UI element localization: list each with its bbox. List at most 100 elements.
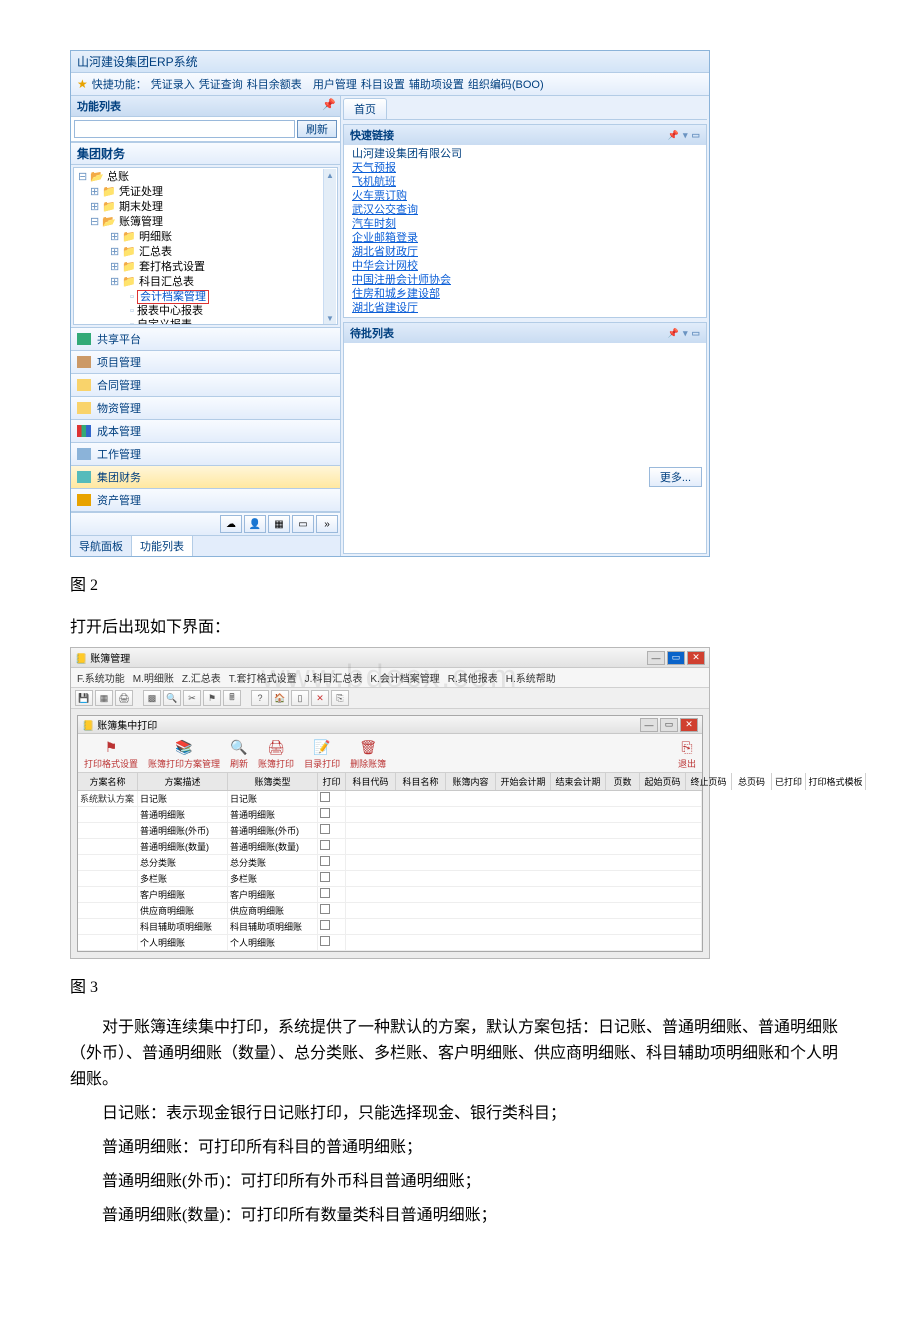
menu-item[interactable]: J.科目汇总表 xyxy=(305,670,363,685)
tb-flag-icon[interactable]: ⚑ xyxy=(203,690,221,706)
more-button[interactable]: 更多... xyxy=(649,467,702,487)
menu-item[interactable]: T.套打格式设置 xyxy=(229,670,297,685)
menu-item[interactable]: H.系统帮助 xyxy=(506,670,556,685)
tb-copy-icon[interactable]: ▩ xyxy=(143,690,161,706)
checkbox[interactable] xyxy=(320,792,330,802)
tb-exit-icon[interactable]: ⎘ xyxy=(331,690,349,706)
tab-nav-panel[interactable]: 导航面板 xyxy=(71,536,132,556)
tb-print-icon[interactable]: 🖨 xyxy=(115,690,133,706)
menu-item[interactable]: F.系统功能 xyxy=(77,670,125,685)
tb-x-icon[interactable]: ✕ xyxy=(311,690,329,706)
table-row[interactable]: 多栏账多栏账 xyxy=(78,871,702,887)
tb-user-icon[interactable]: 👤 xyxy=(244,515,266,533)
acc-asset[interactable]: 资产管理 xyxy=(71,489,340,512)
tb-window-icon[interactable]: ▦ xyxy=(268,515,290,533)
tool-refresh[interactable]: 🔍刷新 xyxy=(230,738,248,770)
quick-item[interactable]: 凭证查询 xyxy=(199,76,243,92)
tb-calc-icon[interactable]: 🖩 xyxy=(223,690,241,706)
tab-func-list[interactable]: 功能列表 xyxy=(132,536,193,556)
quick-item[interactable]: 组织编码(BOO) xyxy=(468,76,544,92)
scheme-grid[interactable]: 方案名称方案描述账簿类型 打印科目代码科目名称 账簿内容开始会计期结束会计期 页… xyxy=(78,773,702,951)
link-item[interactable]: 火车票订购 xyxy=(352,189,698,203)
menu-item[interactable]: R.其他报表 xyxy=(448,670,498,685)
tool-catalog-print[interactable]: 📝目录打印 xyxy=(304,738,340,770)
link-item[interactable]: 武汉公交查询 xyxy=(352,203,698,217)
link-item[interactable]: 住房和城乡建设部 xyxy=(352,287,698,301)
tb-card-icon[interactable]: ▭ xyxy=(292,515,314,533)
close-icon[interactable]: ✕ xyxy=(687,651,705,665)
acc-work[interactable]: 工作管理 xyxy=(71,443,340,466)
sub-max-icon[interactable]: ▭ xyxy=(660,718,678,732)
checkbox[interactable] xyxy=(320,872,330,882)
tree-scrollbar[interactable] xyxy=(323,169,336,325)
link-item[interactable]: 中国注册会计师协会 xyxy=(352,273,698,287)
checkbox[interactable] xyxy=(320,840,330,850)
table-row[interactable]: 总分类账总分类账 xyxy=(78,855,702,871)
pin-icon[interactable]: 📌 xyxy=(322,98,336,111)
quick-item[interactable]: 凭证录入 xyxy=(151,76,195,92)
sub-min-icon[interactable]: — xyxy=(640,718,658,732)
tb-grid-icon[interactable]: ▦ xyxy=(95,690,113,706)
acc-contract[interactable]: 合同管理 xyxy=(71,374,340,397)
tb-cloud-icon[interactable]: ☁ xyxy=(220,515,242,533)
acc-cost[interactable]: 成本管理 xyxy=(71,420,340,443)
quick-item[interactable]: 用户管理 xyxy=(313,76,357,92)
table-row[interactable]: 系统默认方案日记账日记账 xyxy=(78,791,702,807)
tool-delete-ledger[interactable]: 🗑删除账簿 xyxy=(350,738,386,770)
acc-material[interactable]: 物资管理 xyxy=(71,397,340,420)
link-item[interactable]: 天气预报 xyxy=(352,161,698,175)
tab-home[interactable]: 首页 xyxy=(343,98,387,119)
tool-ledger-print[interactable]: 🖨账簿打印 xyxy=(258,738,294,770)
acc-project[interactable]: 项目管理 xyxy=(71,351,340,374)
link-item[interactable]: 湖北省财政厅 xyxy=(352,245,698,259)
tool-exit[interactable]: ⎘退出 xyxy=(678,738,696,770)
minimize-icon[interactable]: — xyxy=(647,651,665,665)
link-item[interactable]: 湖北省建设厅 xyxy=(352,301,698,315)
quick-item[interactable]: 科目余额表 xyxy=(247,76,302,92)
tree-item-archive-mgmt[interactable]: 会计档案管理 xyxy=(137,290,209,304)
tb-cut-icon[interactable]: ✂ xyxy=(183,690,201,706)
pin-icon[interactable]: 📌 xyxy=(668,130,679,141)
menu-item[interactable]: M.明细账 xyxy=(133,670,174,685)
table-row[interactable]: 个人明细账个人明细账 xyxy=(78,935,702,951)
quick-item[interactable]: 辅助项设置 xyxy=(409,76,464,92)
table-row[interactable]: 普通明细账普通明细账 xyxy=(78,807,702,823)
quick-item[interactable]: 科目设置 xyxy=(361,76,405,92)
tb-find-icon[interactable]: 🔍 xyxy=(163,690,181,706)
checkbox[interactable] xyxy=(320,920,330,930)
maximize-icon[interactable]: ▭ xyxy=(667,651,685,665)
checkbox[interactable] xyxy=(320,856,330,866)
tb-home-icon[interactable]: 🏠 xyxy=(271,690,289,706)
pin-icon[interactable]: 📌 xyxy=(668,328,679,339)
sub-close-icon[interactable]: ✕ xyxy=(680,718,698,732)
search-input[interactable] xyxy=(74,120,295,138)
table-row[interactable]: 科目辅助项明细账科目辅助项明细账 xyxy=(78,919,702,935)
checkbox[interactable] xyxy=(320,808,330,818)
link-item[interactable]: 中华会计网校 xyxy=(352,259,698,273)
menu-item[interactable]: Z.汇总表 xyxy=(182,670,221,685)
nav-tree[interactable]: ⊟ 📂 总账 ⊞ 📁 凭证处理 ⊞ 📁 期末处理 ⊟ 📂 账簿管理 ⊞ 📁 明细… xyxy=(73,167,338,325)
acc-share-platform[interactable]: 共享平台 xyxy=(71,328,340,351)
tool-print-format[interactable]: ⚑打印格式设置 xyxy=(84,738,138,770)
table-row[interactable]: 供应商明细账供应商明细账 xyxy=(78,903,702,919)
refresh-button[interactable]: 刷新 xyxy=(297,120,337,138)
chevron-down-icon[interactable]: ▾ xyxy=(683,328,688,339)
maximize-icon[interactable]: ▭ xyxy=(691,130,700,141)
tb-help-icon[interactable]: ? xyxy=(251,690,269,706)
table-row[interactable]: 客户明细账客户明细账 xyxy=(78,887,702,903)
nav-group-finance[interactable]: 集团财务 xyxy=(71,142,340,165)
link-item[interactable]: 企业邮箱登录 xyxy=(352,231,698,245)
acc-group-finance[interactable]: 集团财务 xyxy=(71,466,340,489)
link-item[interactable]: 飞机航班 xyxy=(352,175,698,189)
tb-door-icon[interactable]: ▯ xyxy=(291,690,309,706)
table-row[interactable]: 普通明细账(数量)普通明细账(数量) xyxy=(78,839,702,855)
chevron-down-icon[interactable]: ▾ xyxy=(683,130,688,141)
link-item[interactable]: 汽车时刻 xyxy=(352,217,698,231)
tb-save-icon[interactable]: 💾 xyxy=(75,690,93,706)
checkbox[interactable] xyxy=(320,824,330,834)
checkbox[interactable] xyxy=(320,936,330,946)
tb-expand-icon[interactable]: » xyxy=(316,515,338,533)
menu-item[interactable]: K.会计档案管理 xyxy=(370,670,439,685)
tool-scheme-mgr[interactable]: 📚账簿打印方案管理 xyxy=(148,738,220,770)
table-row[interactable]: 普通明细账(外币)普通明细账(外币) xyxy=(78,823,702,839)
